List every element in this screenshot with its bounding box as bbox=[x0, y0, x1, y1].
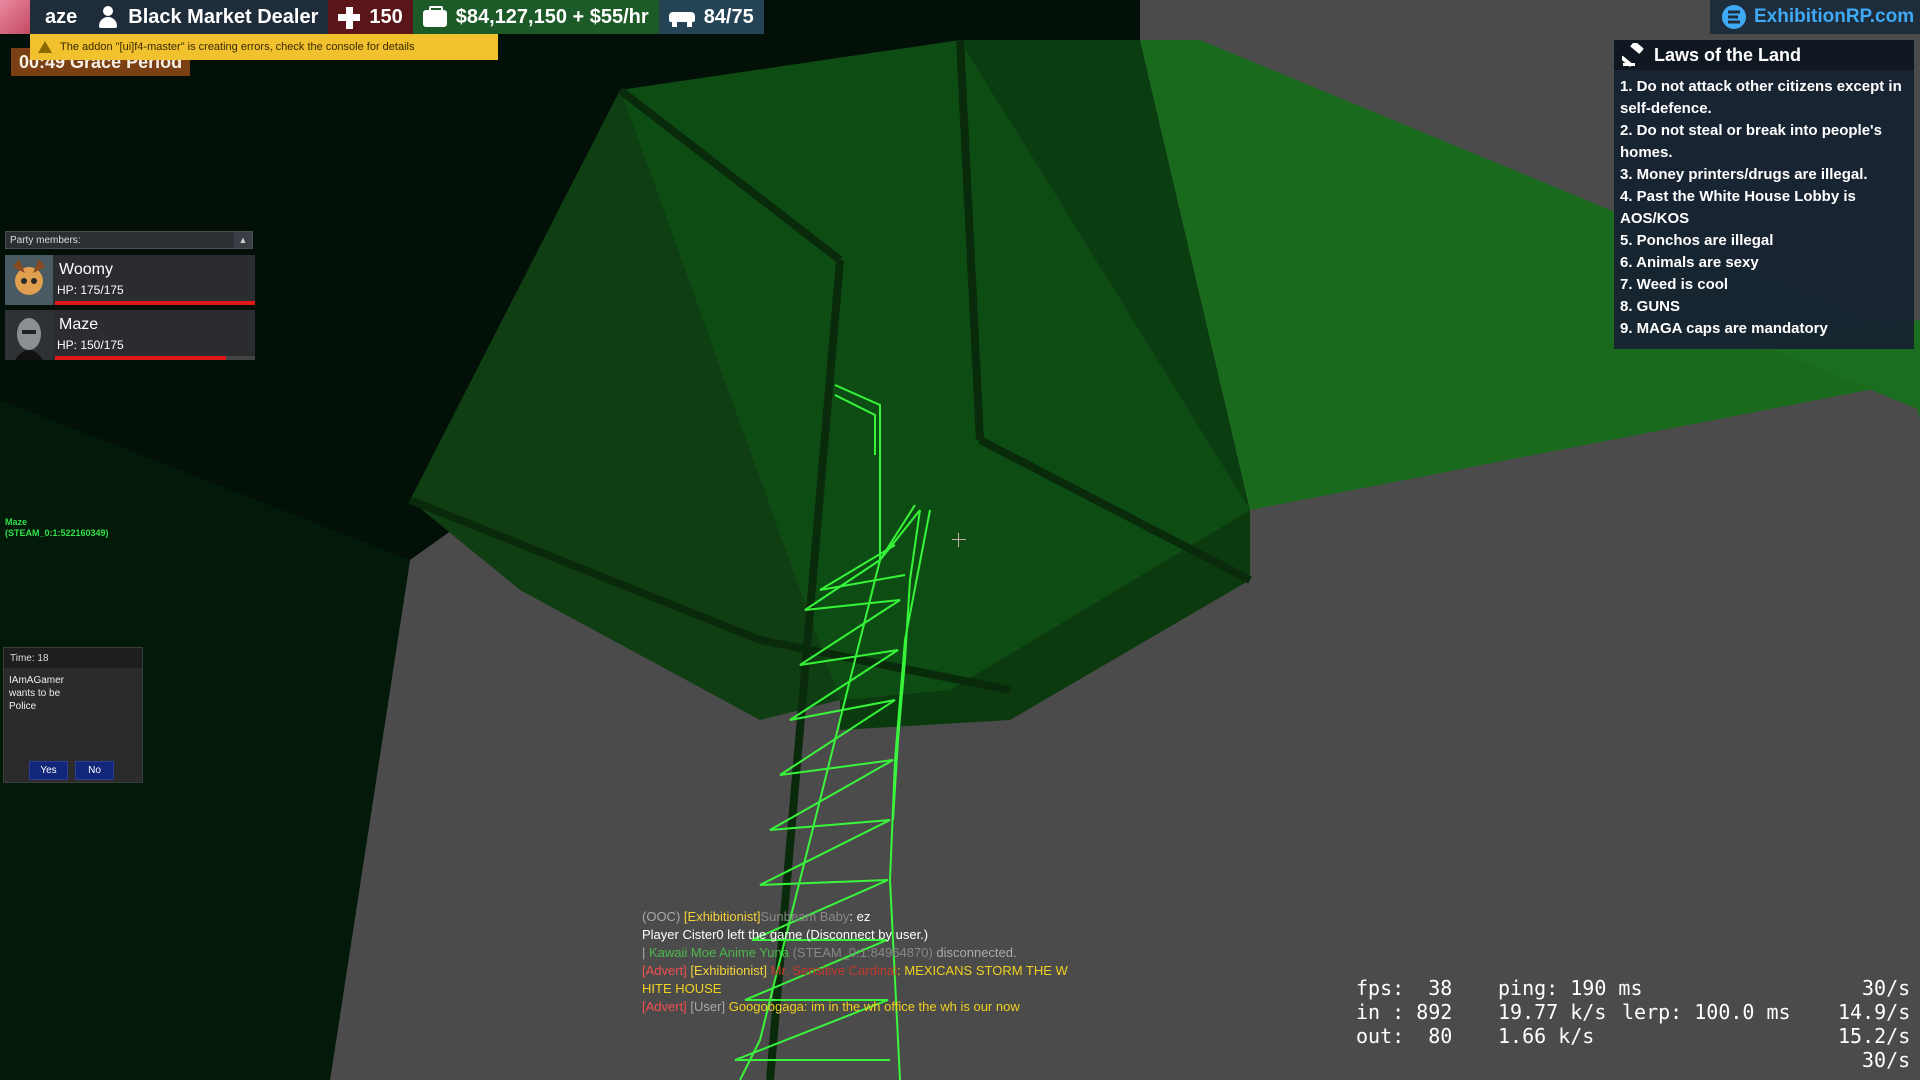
health-cross-icon bbox=[338, 6, 361, 29]
party-collapse-button[interactable]: ▲ bbox=[234, 232, 252, 248]
member-hp-bar bbox=[55, 356, 255, 360]
chat-tag: (OOC) bbox=[642, 909, 681, 924]
logo-text: ExhibitionRP.com bbox=[1754, 6, 1915, 27]
party-member[interactable]: Woomy HP: 175/175 bbox=[5, 255, 255, 305]
hud-job: Black Market Dealer bbox=[87, 0, 329, 34]
chat-line: HITE HOUSE bbox=[642, 981, 722, 996]
chat-box: (OOC) [Exhibitionist]Sunbeam Baby: ez Pl… bbox=[642, 908, 1152, 1016]
party-member[interactable]: Maze HP: 150/175 bbox=[5, 310, 255, 360]
net-ping: ping: 190 ms bbox=[1498, 976, 1643, 1000]
player-tag-name: Maze bbox=[5, 517, 28, 527]
law-item: 6. Animals are sexy bbox=[1620, 254, 1759, 271]
gavel-icon bbox=[1622, 43, 1644, 67]
net-lerp: lerp: 100.0 ms bbox=[1622, 1000, 1791, 1024]
chat-user: Kawaii Moe Anime Yuna bbox=[649, 945, 789, 960]
chat-message: : MEXICANS STORM THE W bbox=[897, 963, 1068, 978]
law-item: 9. MAGA caps are mandatory bbox=[1620, 320, 1828, 337]
chat-message: : im in the wh office the wh is our now bbox=[803, 999, 1020, 1014]
member-hp-bar-fill bbox=[55, 356, 227, 360]
net-fps: fps: 38 bbox=[1356, 976, 1453, 1000]
laws-header: Laws of the Land bbox=[1614, 40, 1914, 70]
chat-line: | Kawaii Moe Anime Yuna (STEAM_0:1:84964… bbox=[642, 944, 1152, 962]
net-rate: 14.9/s bbox=[1838, 1000, 1911, 1024]
hud-health: 150 bbox=[328, 0, 413, 34]
chat-tag: [Advert] bbox=[642, 999, 687, 1014]
member-avatar bbox=[5, 255, 53, 305]
vote-yes-button[interactable]: Yes bbox=[29, 761, 68, 780]
law-item: 8. GUNS bbox=[1620, 298, 1681, 315]
chat-line: Player Cister0 left the game (Disconnect… bbox=[642, 927, 929, 942]
vote-line: Police bbox=[9, 701, 37, 712]
error-text: The addon "[ui]f4-master" is creating er… bbox=[60, 41, 415, 53]
chat-user: Mr. Sensitive Cardinal bbox=[770, 963, 898, 978]
chat-line: (OOC) [Exhibitionist]Sunbeam Baby: ez bbox=[642, 908, 1152, 926]
health-text: 150 bbox=[369, 5, 403, 28]
logo-emblem-icon bbox=[1722, 5, 1746, 29]
member-name: Maze bbox=[59, 316, 99, 333]
law-item: 4. Past the White House Lobby is AOS/KOS bbox=[1620, 188, 1856, 227]
member-hp-bar bbox=[55, 301, 255, 305]
hud-player-name: aze bbox=[0, 0, 88, 34]
props-text: 84/75 bbox=[703, 5, 754, 28]
crosshair bbox=[952, 533, 966, 547]
net-out-rate: 1.66 k/s bbox=[1498, 1024, 1595, 1048]
chat-group: [Exhibitionist] bbox=[683, 909, 761, 924]
hud-props: 84/75 bbox=[658, 0, 764, 34]
laws-panel: Laws of the Land 1. Do not attack other … bbox=[1614, 40, 1914, 349]
net-in: in : 892 bbox=[1356, 1000, 1453, 1024]
vote-timer: Time: 18 bbox=[4, 648, 142, 668]
chat-prefix: | bbox=[642, 945, 649, 960]
party-header-label: Party members: bbox=[10, 234, 81, 246]
law-item: 7. Weed is cool bbox=[1620, 276, 1729, 293]
chat-group: [Exhibitionist] bbox=[690, 963, 768, 978]
chat-message: disconnected. bbox=[932, 945, 1017, 960]
net-rate: 15.2/s bbox=[1838, 1024, 1911, 1048]
member-hp-bar-fill bbox=[55, 301, 255, 305]
player-name-text: aze bbox=[45, 5, 78, 28]
net-rate: 30/s bbox=[1862, 1048, 1911, 1072]
player-overhead-tag: Maze (STEAM_0:1:522160349) bbox=[5, 517, 109, 539]
car-icon bbox=[668, 6, 695, 28]
chat-steamid: (STEAM_0:1:84964870) bbox=[788, 945, 933, 960]
top-hud-bar: aze Black Market Dealer 150 $84,127,150 … bbox=[0, 0, 795, 34]
net-rate: 30/s bbox=[1862, 976, 1911, 1000]
chat-message: : ez bbox=[849, 909, 871, 924]
net-in-rate: 19.77 k/s bbox=[1498, 1000, 1607, 1024]
law-item: 5. Ponchos are illegal bbox=[1620, 232, 1774, 249]
laws-list: 1. Do not attack other citizens except i… bbox=[1614, 70, 1914, 340]
chat-user: Sunbeam Baby bbox=[760, 909, 850, 924]
law-item: 1. Do not attack other citizens except i… bbox=[1620, 78, 1902, 117]
server-logo: ExhibitionRP.com bbox=[1710, 0, 1920, 34]
wallet-icon bbox=[422, 6, 447, 28]
hud-money: $84,127,150 + $55/hr bbox=[412, 0, 659, 34]
law-item: 2. Do not steal or break into people's h… bbox=[1620, 122, 1882, 161]
vote-line: wants to be bbox=[9, 688, 61, 699]
player-avatar bbox=[0, 0, 30, 34]
laws-title: Laws of the Land bbox=[1654, 44, 1802, 65]
warning-icon bbox=[38, 41, 52, 53]
chat-tag: [Advert] bbox=[642, 963, 687, 978]
net-out: out: 80 bbox=[1356, 1024, 1453, 1048]
addon-error-banner: The addon "[ui]f4-master" is creating er… bbox=[30, 34, 498, 60]
member-hp: HP: 150/175 bbox=[57, 338, 124, 352]
member-avatar bbox=[5, 310, 53, 360]
job-vote-panel: Time: 18 IAmAGamer wants to be Police Ye… bbox=[3, 647, 143, 783]
job-text: Black Market Dealer bbox=[128, 5, 319, 28]
person-icon bbox=[97, 6, 119, 28]
vote-no-button[interactable]: No bbox=[75, 761, 114, 780]
vote-line: IAmAGamer bbox=[9, 675, 65, 686]
chat-group: [User] bbox=[690, 999, 726, 1014]
money-text: $84,127,150 + $55/hr bbox=[455, 5, 649, 28]
member-name: Woomy bbox=[59, 261, 113, 278]
chat-line: [Advert] [Exhibitionist] Mr. Sensitive C… bbox=[642, 962, 1152, 980]
party-members-header: Party members: ▲ bbox=[5, 231, 253, 249]
player-tag-steamid: (STEAM_0:1:522160349) bbox=[5, 528, 109, 538]
chat-user: Googoogaga bbox=[728, 999, 804, 1014]
member-hp: HP: 175/175 bbox=[57, 283, 124, 297]
vote-message: IAmAGamer wants to be Police bbox=[4, 668, 89, 713]
law-item: 3. Money printers/drugs are illegal. bbox=[1620, 166, 1868, 183]
chat-line: [Advert] [User] Googoogaga: im in the wh… bbox=[642, 998, 1152, 1016]
